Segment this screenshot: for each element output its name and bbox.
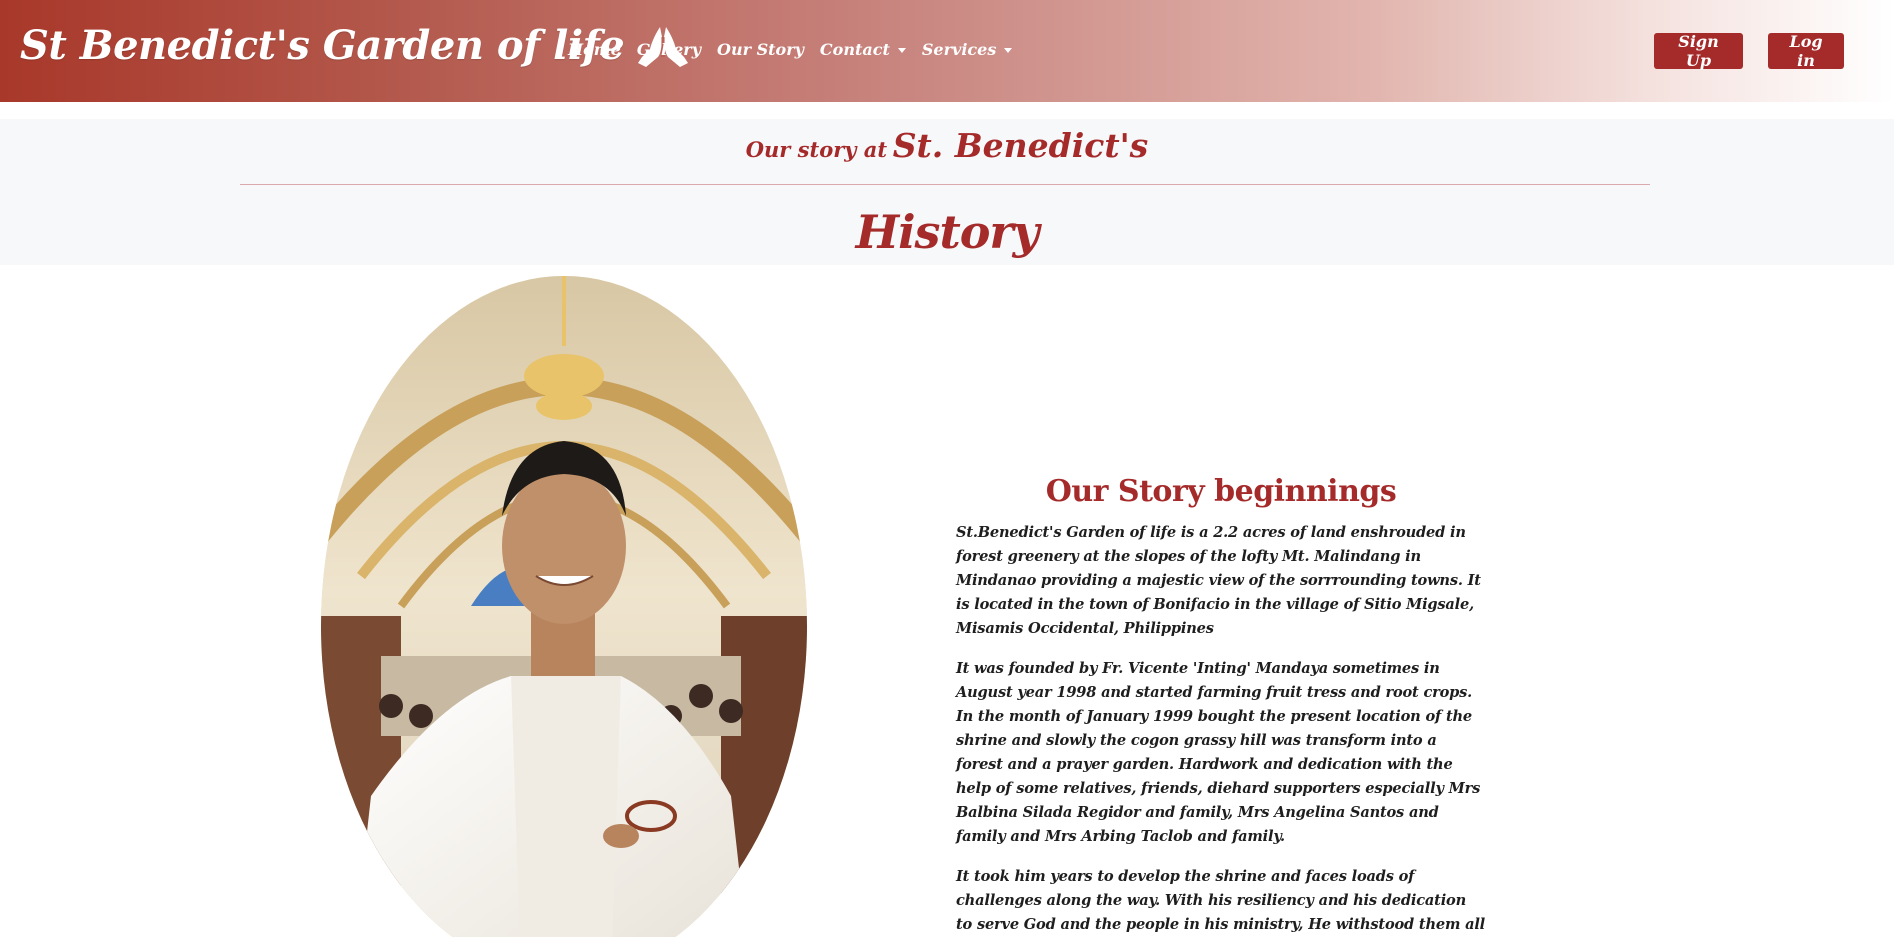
story-paragraph: It took him years to develop the shrine … bbox=[956, 868, 1486, 933]
nav-gallery-label: Gallery bbox=[636, 40, 701, 59]
story-section: Our Story beginnings St.Benedict's Garde… bbox=[956, 474, 1486, 937]
nav-contact-label: Contact bbox=[819, 40, 890, 59]
section-subtitle: Our story at St. Benedict's bbox=[0, 126, 1894, 165]
navbar: St Benedict's Garden of life Home Galler… bbox=[0, 0, 1894, 102]
nav-services-label: Services bbox=[921, 40, 997, 59]
nav-our-story-label: Our Story bbox=[717, 40, 804, 59]
nav-links: Home Gallery Our Story Contact Services bbox=[568, 40, 1013, 59]
caret-down-icon bbox=[1004, 48, 1013, 53]
nav-services-dropdown[interactable]: Services bbox=[921, 40, 1013, 59]
story-paragraph: It was founded by Fr. Vicente 'Inting' M… bbox=[956, 660, 1481, 845]
nav-home-label: Home bbox=[568, 40, 621, 59]
brand-title: St Benedict's Garden of life bbox=[20, 22, 625, 69]
subtitle-name: St. Benedict's bbox=[892, 126, 1149, 165]
story-paragraph: St.Benedict's Garden of life is a 2.2 ac… bbox=[956, 524, 1481, 637]
signup-button[interactable]: Sign Up bbox=[1654, 32, 1743, 70]
founder-portrait bbox=[321, 276, 807, 937]
page-title: History bbox=[855, 205, 1040, 259]
subtitle-prefix: Our story at bbox=[745, 137, 888, 162]
login-button[interactable]: Log in bbox=[1768, 32, 1844, 70]
nav-our-story[interactable]: Our Story bbox=[717, 40, 804, 59]
story-heading: Our Story beginnings bbox=[1045, 474, 1397, 509]
caret-down-icon bbox=[897, 48, 906, 53]
nav-contact-dropdown[interactable]: Contact bbox=[820, 40, 906, 59]
nav-home[interactable]: Home bbox=[568, 40, 621, 59]
divider bbox=[240, 184, 1650, 185]
nav-gallery[interactable]: Gallery bbox=[637, 40, 701, 59]
